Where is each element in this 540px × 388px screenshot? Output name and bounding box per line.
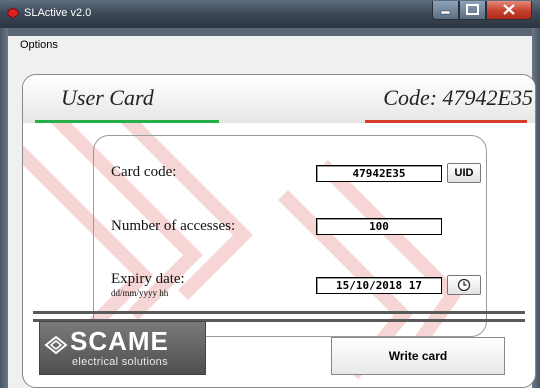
menu-options[interactable]: Options [20,39,58,51]
menu-bar: Options [8,36,532,56]
card-fields-group: Card code: 47942E35 UID Number of access… [93,135,487,337]
window-frame-top [8,28,532,36]
minimize-button[interactable] [432,1,459,20]
title-bar[interactable]: SLActive v2.0 [0,0,540,28]
clock-icon [457,278,471,292]
client-area: User Card Code: 47942E35 Card code: 4794… [8,55,536,388]
code-underline-red [365,120,527,123]
card-code-heading: Code: 47942E35 [383,85,533,110]
minimize-icon [440,10,451,15]
scame-logo: SCAME electrical solutions [39,321,206,375]
footer-divider-top [33,311,525,314]
accesses-label: Number of accesses: [111,218,236,234]
logo-mark-icon [44,335,68,355]
close-button[interactable] [486,1,532,20]
maximize-icon [466,4,479,15]
window-frame-left [0,28,8,388]
card-code-label: Card code: [111,164,177,180]
window-controls [432,1,532,20]
write-card-button[interactable]: Write card [331,337,505,375]
window-title: SLActive v2.0 [24,7,92,19]
logo-tagline: electrical solutions [72,356,168,368]
user-card-panel: User Card Code: 47942E35 Card code: 4794… [22,74,536,388]
close-icon [503,4,515,15]
expiry-field[interactable]: 15/10/2018 17 [316,277,442,294]
logo-name: SCAME [70,326,169,356]
expiry-picker-button[interactable] [447,275,481,295]
uid-button[interactable]: UID [447,163,481,183]
app-icon [7,7,19,19]
accesses-field[interactable]: 100 [316,218,442,235]
title-underline-green [35,120,219,123]
panel-title: User Card [61,85,154,110]
maximize-button[interactable] [459,1,486,20]
card-code-field[interactable]: 47942E35 [316,165,442,182]
expiry-label: Expiry date: [111,271,185,287]
expiry-format-hint: dd/mm/yyyy hh [111,288,169,298]
app-window: SLActive v2.0 Options User Card Code: 47… [0,0,540,388]
panel-header: User Card Code: 47942E35 [23,75,535,123]
